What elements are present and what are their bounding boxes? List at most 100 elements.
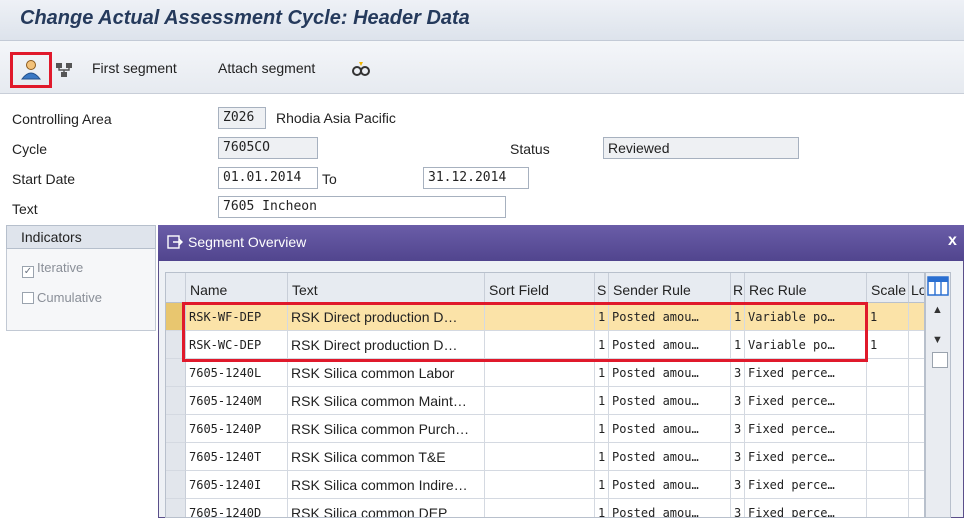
row-selector[interactable] bbox=[166, 359, 186, 387]
cell-rec-rule[interactable]: Fixed perce… bbox=[745, 499, 867, 517]
cell-lo[interactable] bbox=[909, 415, 924, 443]
cell-sender-rule[interactable]: Posted amou… bbox=[609, 415, 731, 443]
first-segment-button[interactable]: First segment bbox=[92, 60, 177, 76]
cell-s[interactable]: 1 bbox=[595, 443, 609, 471]
cell-scale[interactable]: 1 bbox=[867, 303, 909, 331]
attach-segment-icon[interactable] bbox=[350, 58, 372, 80]
cell-name[interactable]: 7605-1240I bbox=[186, 471, 288, 499]
cell-text[interactable]: RSK Silica common Purch… bbox=[288, 415, 485, 443]
cell-rec-rule[interactable]: Fixed perce… bbox=[745, 359, 867, 387]
controlling-area-field[interactable]: Z026 bbox=[218, 107, 266, 129]
column-header-r[interactable]: R bbox=[731, 273, 745, 303]
cell-sort-field[interactable] bbox=[485, 387, 595, 415]
text-field[interactable]: 7605 Incheon bbox=[218, 196, 506, 218]
cell-sender-rule[interactable]: Posted amou… bbox=[609, 471, 731, 499]
column-header-name[interactable]: Name bbox=[186, 273, 288, 303]
cell-s[interactable]: 1 bbox=[595, 387, 609, 415]
cell-name[interactable]: 7605-1240L bbox=[186, 359, 288, 387]
cell-lo[interactable] bbox=[909, 471, 924, 499]
cell-r[interactable]: 3 bbox=[731, 443, 745, 471]
cell-name[interactable]: 7605-1240D bbox=[186, 499, 288, 517]
scroll-thumb[interactable] bbox=[932, 352, 948, 368]
cycle-field[interactable]: 7605CO bbox=[218, 137, 318, 159]
column-settings-icon[interactable] bbox=[927, 276, 949, 296]
cell-sender-rule[interactable]: Posted amou… bbox=[609, 499, 731, 517]
table-row[interactable]: 7605-1240P RSK Silica common Purch… 1 Poste… bbox=[166, 415, 924, 443]
cell-name[interactable]: 7605-1240T bbox=[186, 443, 288, 471]
column-header-rec-rule[interactable]: Rec Rule bbox=[745, 273, 867, 303]
cell-lo[interactable] bbox=[909, 331, 924, 359]
cell-r[interactable]: 3 bbox=[731, 471, 745, 499]
cell-r[interactable]: 3 bbox=[731, 499, 745, 517]
column-header-sort-field[interactable]: Sort Field bbox=[485, 273, 595, 303]
scroll-down-icon[interactable]: ▼ bbox=[932, 334, 943, 346]
cell-sort-field[interactable] bbox=[485, 499, 595, 517]
start-date-field[interactable]: 01.01.2014 bbox=[218, 167, 318, 189]
cell-r[interactable]: 3 bbox=[731, 387, 745, 415]
cumulative-label: Cumulative bbox=[37, 290, 103, 305]
cell-text[interactable]: RSK Silica common Indire… bbox=[288, 471, 485, 499]
table-row[interactable]: 7605-1240D RSK Silica common DEP 1 Posted a… bbox=[166, 499, 924, 517]
cumulative-checkbox[interactable]: Cumulative bbox=[22, 290, 102, 305]
cell-sort-field[interactable] bbox=[485, 359, 595, 387]
row-selector[interactable] bbox=[166, 415, 186, 443]
cell-scale[interactable] bbox=[867, 443, 909, 471]
column-header-scale[interactable]: Scale bbox=[867, 273, 909, 303]
cell-rec-rule[interactable]: Fixed perce… bbox=[745, 415, 867, 443]
cell-s[interactable]: 1 bbox=[595, 359, 609, 387]
page-title: Change Actual Assessment Cycle: Header D… bbox=[20, 7, 470, 29]
cell-rec-rule[interactable]: Fixed perce… bbox=[745, 387, 867, 415]
cell-r[interactable]: 3 bbox=[731, 359, 745, 387]
end-date-field[interactable]: 31.12.2014 bbox=[423, 167, 529, 189]
cell-s[interactable]: 1 bbox=[595, 471, 609, 499]
cell-sort-field[interactable] bbox=[485, 415, 595, 443]
column-header-text[interactable]: Text bbox=[288, 273, 485, 303]
cell-sort-field[interactable] bbox=[485, 443, 595, 471]
cell-scale[interactable] bbox=[867, 387, 909, 415]
cell-text[interactable]: RSK Silica common DEP bbox=[288, 499, 485, 517]
column-header-sender-rule[interactable]: Sender Rule bbox=[609, 273, 731, 303]
cell-text[interactable]: RSK Silica common T&E bbox=[288, 443, 485, 471]
cell-lo[interactable] bbox=[909, 387, 924, 415]
table-row[interactable]: 7605-1240I RSK Silica common Indire… 1 Post… bbox=[166, 471, 924, 499]
iterative-label: Iterative bbox=[37, 260, 84, 275]
cell-scale[interactable] bbox=[867, 359, 909, 387]
table-row[interactable]: 7605-1240T RSK Silica common T&E 1 Posted a… bbox=[166, 443, 924, 471]
cell-rec-rule[interactable]: Fixed perce… bbox=[745, 443, 867, 471]
cell-sort-field[interactable] bbox=[485, 471, 595, 499]
table-row[interactable]: 7605-1240M RSK Silica common Maint… 1 Poste… bbox=[166, 387, 924, 415]
cell-scale[interactable] bbox=[867, 499, 909, 517]
cell-s[interactable]: 1 bbox=[595, 415, 609, 443]
cell-rec-rule[interactable]: Fixed perce… bbox=[745, 471, 867, 499]
cell-lo[interactable] bbox=[909, 359, 924, 387]
cell-lo[interactable] bbox=[909, 443, 924, 471]
cell-name[interactable]: 7605-1240P bbox=[186, 415, 288, 443]
row-selector[interactable] bbox=[166, 387, 186, 415]
cell-scale[interactable]: 1 bbox=[867, 331, 909, 359]
row-selector[interactable] bbox=[166, 471, 186, 499]
cell-name[interactable]: 7605-1240M bbox=[186, 387, 288, 415]
cell-scale[interactable] bbox=[867, 415, 909, 443]
cell-sender-rule[interactable]: Posted amou… bbox=[609, 387, 731, 415]
row-selector[interactable] bbox=[166, 499, 186, 517]
scroll-up-icon[interactable]: ▲ bbox=[932, 304, 943, 316]
cell-text[interactable]: RSK Silica common Maint… bbox=[288, 387, 485, 415]
cell-scale[interactable] bbox=[867, 471, 909, 499]
cell-text[interactable]: RSK Silica common Labor bbox=[288, 359, 485, 387]
cell-sender-rule[interactable]: Posted amou… bbox=[609, 443, 731, 471]
hierarchy-icon[interactable] bbox=[55, 61, 73, 79]
iterative-checkbox[interactable]: ✓ Iterative bbox=[22, 260, 83, 278]
row-selector[interactable] bbox=[166, 443, 186, 471]
column-header-lo[interactable]: Lo bbox=[909, 273, 924, 303]
cell-lo[interactable] bbox=[909, 499, 924, 517]
cell-sender-rule[interactable]: Posted amou… bbox=[609, 359, 731, 387]
cycle-label: Cycle bbox=[12, 141, 48, 157]
close-icon[interactable]: x bbox=[948, 232, 957, 250]
cell-r[interactable]: 3 bbox=[731, 415, 745, 443]
person-icon[interactable] bbox=[19, 58, 43, 80]
table-row[interactable]: 7605-1240L RSK Silica common Labor 1 Posted… bbox=[166, 359, 924, 387]
cell-s[interactable]: 1 bbox=[595, 499, 609, 517]
cell-lo[interactable] bbox=[909, 303, 924, 331]
column-header-s[interactable]: S bbox=[595, 273, 609, 303]
attach-segment-button[interactable]: Attach segment bbox=[218, 60, 315, 76]
